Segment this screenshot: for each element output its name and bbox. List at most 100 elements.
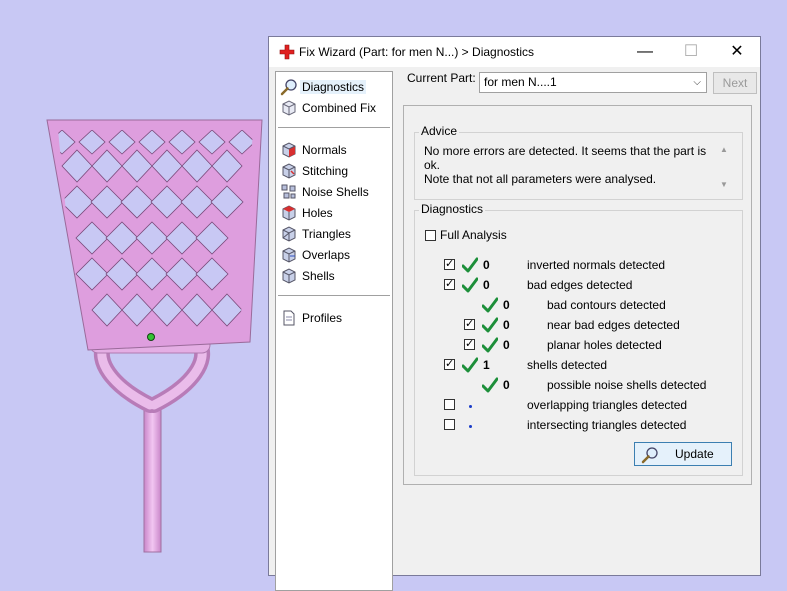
sidebar-item-label: Combined Fix [302,101,377,115]
row-checkbox[interactable] [444,419,455,430]
check-icon [462,357,478,373]
row-count: 0 [503,318,510,332]
sidebar-divider [278,127,390,128]
row-checkbox[interactable]: ✓ [444,359,455,370]
sidebar-item-label: Profiles [302,311,343,325]
sidebar-item-combined-fix[interactable]: Combined Fix [280,98,388,118]
sidebar-item-holes[interactable]: Holes [280,203,388,223]
model-handle [143,399,162,553]
advice-text: No more errors are detected. It seems th… [424,144,714,186]
diag-row-inverted-normals: ✓ 0 inverted normals detected [404,256,744,274]
sidebar-item-label: Normals [302,143,347,157]
sidebar-item-diagnostics[interactable]: Diagnostics [280,77,388,97]
sidebar-item-label: Overlaps [302,248,351,262]
sidebar-item-shells[interactable]: Shells [280,266,388,286]
sidebar-item-profiles[interactable]: Profiles [280,308,388,328]
row-label: planar holes detected [547,338,662,352]
row-checkbox[interactable]: ✓ [464,339,475,350]
sidebar-item-stitching[interactable]: Stitching [280,161,388,181]
row-label: bad edges detected [527,278,633,292]
title-bar[interactable]: Fix Wizard (Part: for men N...) > Diagno… [269,37,760,67]
row-label: overlapping triangles detected [527,398,688,412]
full-analysis-checkbox[interactable] [425,230,436,241]
advice-line-1: No more errors are detected. It seems th… [424,144,707,172]
check-icon [462,277,478,293]
sidebar-item-label: Noise Shells [302,185,369,199]
current-part-label: Current Part: [407,71,476,85]
advice-scrollbar[interactable]: ▲ ▼ [718,143,732,191]
row-label: inverted normals detected [527,258,666,272]
triangles-cube-icon [282,226,296,242]
fix-sidebar: Diagnostics Combined Fix Normals Stitchi… [275,71,393,591]
fix-wizard-dialog: Fix Wizard (Part: for men N...) > Diagno… [268,36,761,591]
diagnostics-title: Diagnostics [419,202,486,216]
row-label: shells detected [527,358,608,372]
row-count: 0 [483,278,490,292]
document-icon [283,310,295,326]
current-part-value: for men N....1 [484,75,557,89]
noise-shells-icon [281,184,296,199]
maximize-button[interactable]: ☐ [668,37,714,67]
full-analysis-label: Full Analysis [440,228,507,242]
row-label: near bad edges detected [547,318,680,332]
row-count: 1 [483,358,490,372]
row-label: intersecting triangles detected [527,418,687,432]
close-button[interactable]: ✕ [714,37,760,67]
row-checkbox[interactable]: ✓ [444,279,455,290]
sidebar-item-label: Holes [302,206,333,220]
sidebar-item-normals[interactable]: Normals [280,140,388,160]
advice-title: Advice [419,124,460,138]
sidebar-item-label: Shells [302,269,335,283]
check-icon [462,257,478,273]
pending-dot-icon [469,425,472,428]
row-checkbox[interactable]: ✓ [464,319,475,330]
stitching-cube-icon [282,163,296,179]
diag-row-bad-edges: ✓ 0 bad edges detected [404,276,744,294]
red-cross-icon [279,44,295,60]
check-icon [482,297,498,313]
window-title: Fix Wizard (Part: for men N...) > Diagno… [299,45,535,59]
check-icon [482,317,498,333]
diag-row-noise-shells: 0 possible noise shells detected [404,376,744,394]
diag-row-overlapping-triangles: overlapping triangles detected [404,396,744,414]
pending-dot-icon [469,405,472,408]
current-part-select[interactable]: for men N....1 ⌵ [479,72,707,93]
diag-row-shells: ✓ 1 shells detected [404,356,744,374]
minimize-button[interactable]: — [622,37,668,67]
sidebar-divider [278,295,390,296]
advice-line-2: Note that not all parameters were analys… [424,172,657,186]
row-checkbox[interactable] [444,399,455,410]
chevron-down-icon: ⌵ [693,77,701,88]
update-button[interactable]: Update [634,442,732,466]
sidebar-item-label: Triangles [302,227,351,241]
magnifier-icon [280,79,297,96]
overlaps-cube-icon [282,247,296,263]
row-checkbox[interactable]: ✓ [444,259,455,270]
sidebar-item-noise-shells[interactable]: Noise Shells [280,182,388,202]
row-label: bad contours detected [547,298,666,312]
row-count: 0 [503,298,510,312]
update-label: Update [675,447,714,461]
normals-cube-icon [282,142,296,158]
scroll-down-icon[interactable]: ▼ [720,180,728,189]
next-button[interactable]: Next [713,72,757,94]
row-label: possible noise shells detected [547,378,707,392]
row-count: 0 [483,258,490,272]
model-marker [147,333,155,341]
diag-row-bad-contours: 0 bad contours detected [404,296,744,314]
diag-row-planar-holes: ✓ 0 planar holes detected [404,336,744,354]
magnifier-icon [641,447,658,464]
check-icon [482,377,498,393]
row-count: 0 [503,378,510,392]
diag-row-near-bad-edges: ✓ 0 near bad edges detected [404,316,744,334]
shells-cube-icon [282,268,296,284]
fly-swatter-model [46,119,263,553]
row-count: 0 [503,338,510,352]
holes-cube-icon [282,205,296,221]
sidebar-item-triangles[interactable]: Triangles [280,224,388,244]
sidebar-item-label: Diagnostics [300,80,367,94]
check-icon [482,337,498,353]
scroll-up-icon[interactable]: ▲ [720,145,728,154]
sidebar-item-overlaps[interactable]: Overlaps [280,245,388,265]
cube-icon [282,100,296,116]
